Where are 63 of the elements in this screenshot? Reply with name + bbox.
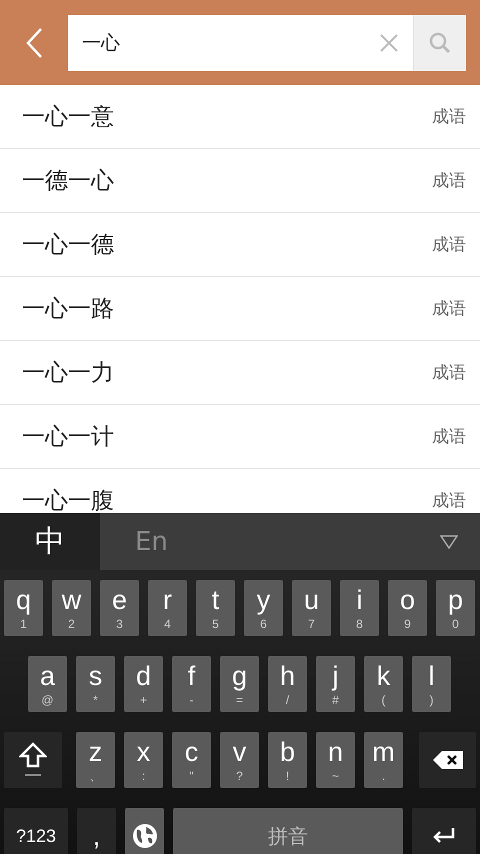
result-row[interactable]: 一心一力 成语: [0, 341, 480, 405]
result-row[interactable]: 一心一计 成语: [0, 405, 480, 469]
keyboard-key[interactable]: n ~: [316, 732, 355, 788]
symbols-key[interactable]: ?123: [4, 808, 68, 854]
space-key[interactable]: 拼音: [173, 808, 403, 854]
search-icon: [429, 32, 451, 54]
idiom-word: 一德一心: [22, 167, 114, 196]
keyboard-key[interactable]: m .: [364, 732, 403, 788]
keyboard-key[interactable]: g =: [220, 656, 259, 712]
category-label: 成语: [432, 298, 466, 320]
keyboard-key[interactable]: w 2: [52, 580, 91, 636]
keyboard-key[interactable]: u 7: [292, 580, 331, 636]
input-mode-tab[interactable]: 中: [0, 513, 100, 570]
category-label: 成语: [432, 362, 466, 384]
backspace-key[interactable]: [419, 732, 476, 788]
idiom-word: 一心一路: [22, 295, 114, 324]
keyboard-key[interactable]: b !: [268, 732, 307, 788]
category-label: 成语: [432, 170, 466, 192]
keyboard-key[interactable]: e 3: [100, 580, 139, 636]
keyboard-key[interactable]: v ?: [220, 732, 259, 788]
shift-key[interactable]: [4, 732, 62, 788]
result-row[interactable]: 一德一心 成语: [0, 149, 480, 213]
keyboard-key[interactable]: l ): [412, 656, 451, 712]
enter-key[interactable]: [412, 808, 476, 854]
collapse-icon: [440, 534, 458, 548]
keyboard-key[interactable]: k (: [364, 656, 403, 712]
result-row[interactable]: 一心一意 成语: [0, 85, 480, 149]
keyboard-key[interactable]: p 0: [436, 580, 475, 636]
backspace-icon: [432, 750, 464, 770]
keyboard-key[interactable]: o 9: [388, 580, 427, 636]
globe-icon: [132, 823, 158, 849]
category-label: 成语: [432, 106, 466, 128]
keyboard-key[interactable]: c ": [172, 732, 211, 788]
idiom-word: 一心一腹: [22, 487, 114, 513]
category-label: 成语: [432, 490, 466, 512]
keyboard-key[interactable]: y 6: [244, 580, 283, 636]
keyboard-key[interactable]: r 4: [148, 580, 187, 636]
back-icon: [25, 26, 43, 58]
keyboard-key[interactable]: h /: [268, 656, 307, 712]
keyboard-key[interactable]: q 1: [4, 580, 43, 636]
idiom-word: 一心一计: [22, 423, 114, 452]
idiom-word: 一心一力: [22, 359, 114, 388]
result-row[interactable]: 一心一路 成语: [0, 277, 480, 341]
keyboard-key[interactable]: z 、: [76, 732, 115, 788]
shift-icon: [19, 742, 47, 778]
comma-key[interactable]: ,: [77, 808, 116, 854]
language-key[interactable]: [125, 808, 164, 854]
result-row[interactable]: 一心一德 成语: [0, 213, 480, 277]
keyboard-key[interactable]: i 8: [340, 580, 379, 636]
return-icon: [431, 827, 457, 845]
idiom-word: 一心一意: [22, 103, 114, 132]
keyboard-key[interactable]: a @: [28, 656, 67, 712]
search-field[interactable]: 一心: [68, 14, 365, 70]
keyboard-key[interactable]: t 5: [196, 580, 235, 636]
keyboard-key[interactable]: f -: [172, 656, 211, 712]
keyboard-key[interactable]: d +: [124, 656, 163, 712]
keyboard-key[interactable]: x :: [124, 732, 163, 788]
category-label: 成语: [432, 234, 466, 256]
keyboard-key[interactable]: j #: [316, 656, 355, 712]
category-label: 成语: [432, 426, 466, 448]
idiom-word: 一心一德: [22, 231, 114, 260]
close-icon: [380, 34, 398, 52]
keyboard-key[interactable]: s *: [76, 656, 115, 712]
